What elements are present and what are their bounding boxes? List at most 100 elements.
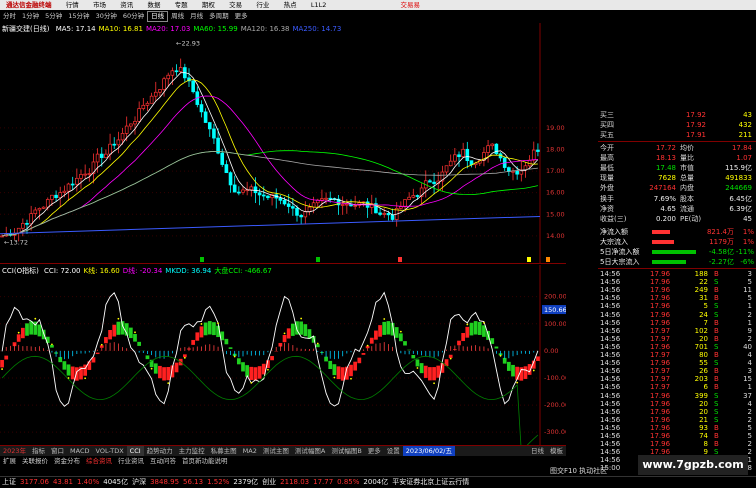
stat-value-1b: 6.39亿: [729, 205, 752, 213]
menu-item-hot[interactable]: 热点: [278, 0, 303, 10]
function-tab-0[interactable]: 扩展: [0, 456, 19, 466]
indicator-tab-3[interactable]: VOL-TDX: [93, 446, 127, 456]
indicator-tab-13[interactable]: 设置: [384, 446, 403, 456]
function-tab-5[interactable]: 互动问答: [147, 456, 179, 466]
indicator-tab-12[interactable]: 更多: [365, 446, 384, 456]
period-tab-10[interactable]: 更多: [232, 11, 251, 22]
flow-bar-2: [652, 250, 696, 254]
stat-label-0b: 股本: [680, 195, 694, 203]
indicator-tab-8[interactable]: MA2: [240, 446, 260, 456]
status-item-2: 43.81: [52, 478, 73, 486]
quote-value-2a: 17.48: [655, 164, 676, 172]
menu-item-trade[interactable]: 交易: [223, 0, 248, 10]
indicator-tab-9[interactable]: 测试主图: [260, 446, 292, 456]
status-item-8: 1.52%: [207, 478, 230, 486]
cci-ytick-4: -200.00: [544, 401, 566, 409]
bid-level-label-2: 买五: [600, 131, 614, 139]
indicator-tab-0[interactable]: 指标: [29, 446, 48, 456]
menu-item-topics[interactable]: 专题: [169, 0, 194, 10]
period-tab-1[interactable]: 1分钟: [19, 11, 42, 22]
quote-value-0b: 17.84: [731, 144, 752, 152]
template-button[interactable]: 模板: [547, 446, 566, 456]
event-marker-3: [527, 257, 531, 262]
function-tab-2[interactable]: 资金分布: [51, 456, 83, 466]
stat-label-1a: 净资: [600, 205, 614, 213]
watermark: www.7gpzb.com: [638, 455, 748, 475]
kline-ytick-0: 19.00: [546, 124, 565, 132]
indicator-tab-10[interactable]: 测试幅图A: [292, 446, 328, 456]
period-tab-9[interactable]: 多周期: [206, 11, 232, 22]
indicator-tab-1[interactable]: 窗口: [48, 446, 67, 456]
status-item-11: 2118.03: [280, 478, 310, 486]
status-item-6: 3848.95: [150, 478, 180, 486]
period-tab-7[interactable]: 周线: [168, 11, 187, 22]
function-tab-1[interactable]: 关联报价: [19, 456, 51, 466]
indicator-tab-11[interactable]: 测试幅图B: [328, 446, 364, 456]
quote-value-2b: 115.9亿: [724, 164, 752, 172]
cci-current-value: 150.66: [544, 306, 566, 314]
bid-volume-0: 43: [743, 111, 752, 119]
status-item-7: 56.13: [183, 478, 204, 486]
cci-indicator-chart[interactable]: 200.00 100.00 0.00 -100.00 -200.00 -300.00 150…: [0, 265, 569, 453]
event-marker-2: [398, 257, 402, 262]
period-tab-3[interactable]: 15分钟: [65, 11, 92, 22]
function-tab-3[interactable]: 综合资讯: [83, 456, 115, 466]
trade-easy-link[interactable]: 交易易: [395, 0, 427, 10]
status-item-9: 2379亿: [233, 478, 259, 486]
flow-pct-2: -11%: [735, 248, 754, 256]
menu-item-l1l2[interactable]: L1L2: [305, 0, 333, 10]
bid-price-0: 17.92: [685, 111, 706, 119]
menu-item-industry[interactable]: 行业: [250, 0, 275, 10]
indicator-tab-5[interactable]: 趋势动力: [144, 446, 176, 456]
stat-label-2a: 收益(三): [600, 215, 627, 223]
flow-bar-0: [652, 230, 670, 234]
quote-label-1b: 量比: [680, 154, 694, 162]
bid-volume-2: 211: [738, 131, 752, 139]
indicator-tab-7[interactable]: 私募主图: [208, 446, 240, 456]
function-tabs: 扩展 关联报价 资金分布 综合资讯 行业资讯 互动问答 首页新功能说明: [0, 456, 566, 466]
period-tab-0[interactable]: 分时: [0, 11, 19, 22]
stat-value-2a: 0.200: [655, 215, 676, 223]
index-status-bar: 上证 3177.06 43.81 1.40% 4045亿 沪深 3848.95 56.13 1.…: [0, 476, 756, 488]
indicator-tab-2[interactable]: MACD: [67, 446, 92, 456]
period-tab-6[interactable]: 日线: [147, 11, 169, 22]
menu-item-quotes[interactable]: 行情: [60, 0, 85, 10]
quote-label-3b: 总量: [680, 174, 694, 182]
period-tab-4[interactable]: 30分钟: [93, 11, 120, 22]
quote-value-3b: 491833: [725, 174, 752, 182]
status-item-4: 4045亿: [103, 478, 129, 486]
quote-label-4b: 内盘: [680, 184, 694, 192]
period-tab-2[interactable]: 5分钟: [42, 11, 65, 22]
status-item-12: 17.77: [313, 478, 334, 486]
flow-value-3: -2.27亿: [708, 258, 734, 266]
function-tab-6[interactable]: 首页新功能说明: [179, 456, 231, 466]
indicator-tab-6[interactable]: 主力监控: [176, 446, 208, 456]
menu-item-data[interactable]: 数据: [141, 0, 166, 10]
function-tab-4[interactable]: 行业资讯: [115, 456, 147, 466]
quote-label-0b: 均价: [680, 144, 694, 152]
panel-divider: [0, 263, 566, 264]
status-item-0: 上证: [2, 478, 16, 486]
menu-item-news[interactable]: 资讯: [114, 0, 139, 10]
cci-ytick-5: -300.00: [544, 428, 566, 436]
ma-label-1: MA10: 16.81: [98, 25, 143, 33]
status-item-10: 创业: [262, 478, 277, 486]
cci-ytick-3: -100.00: [544, 374, 566, 382]
quote-value-3a: 7628: [658, 174, 676, 182]
cci-values: CCI: 72.00 K线: 16.60 D线: -20.34 MKDD: 36.94…: [44, 267, 275, 275]
kline-ytick-1: 18.00: [546, 145, 565, 153]
quote-label-0a: 今开: [600, 144, 614, 152]
ma-label-0: MA5: 17.14: [55, 25, 96, 33]
cci-label-2: D线: -20.34: [122, 267, 163, 275]
menu-item-options[interactable]: 期权: [196, 0, 221, 10]
indicator-tab-4[interactable]: CCI: [126, 446, 144, 456]
cci-ytick-1: 100.00: [544, 320, 566, 328]
flow-label-3: 5日大宗流入: [600, 258, 640, 266]
flow-pct-1: 1%: [742, 238, 754, 246]
ma-label-5: MA250: 14.73: [292, 25, 342, 33]
date-axis-start: 2023年: [3, 447, 27, 455]
menu-item-market[interactable]: 市场: [87, 0, 112, 10]
period-tab-8[interactable]: 月线: [187, 11, 206, 22]
kline-chart[interactable]: 19.00 18.00 17.00 16.00 15.00 14.00 ←22.93 ←13.…: [0, 23, 566, 263]
period-tab-5[interactable]: 60分钟: [120, 11, 147, 22]
